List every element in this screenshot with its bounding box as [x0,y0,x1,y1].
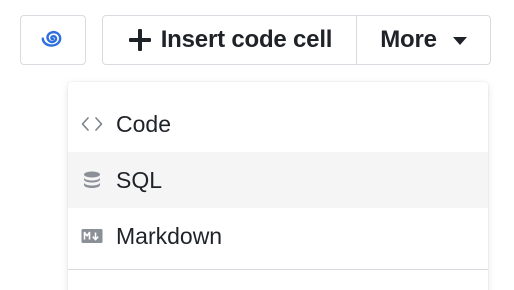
logo-button[interactable] [20,15,86,65]
menu-item-code[interactable]: Code [68,96,488,152]
insert-code-cell-button[interactable]: Insert code cell [103,16,357,64]
database-icon [80,168,104,192]
menu-item-sql-label: SQL [116,166,163,193]
markdown-icon [80,224,104,248]
more-label: More [380,26,437,53]
insert-cell-button-group: Insert code cell More [102,15,491,65]
caret-down-icon [452,37,467,45]
notebook-toolbar-area: Insert code cell More Code SQL Markdown [0,0,514,290]
code-brackets-icon [80,112,104,136]
more-dropdown-menu: Code SQL Markdown [68,82,488,290]
menu-item-sql[interactable]: SQL [68,152,488,208]
menu-divider [68,269,488,270]
plus-icon [128,29,151,51]
swirl-logo-icon [39,26,67,55]
menu-item-markdown-label: Markdown [116,222,223,249]
menu-item-code-label: Code [116,110,171,137]
menu-item-markdown[interactable]: Markdown [68,208,488,264]
insert-code-cell-label: Insert code cell [160,26,333,53]
more-dropdown-button[interactable]: More [357,16,490,64]
